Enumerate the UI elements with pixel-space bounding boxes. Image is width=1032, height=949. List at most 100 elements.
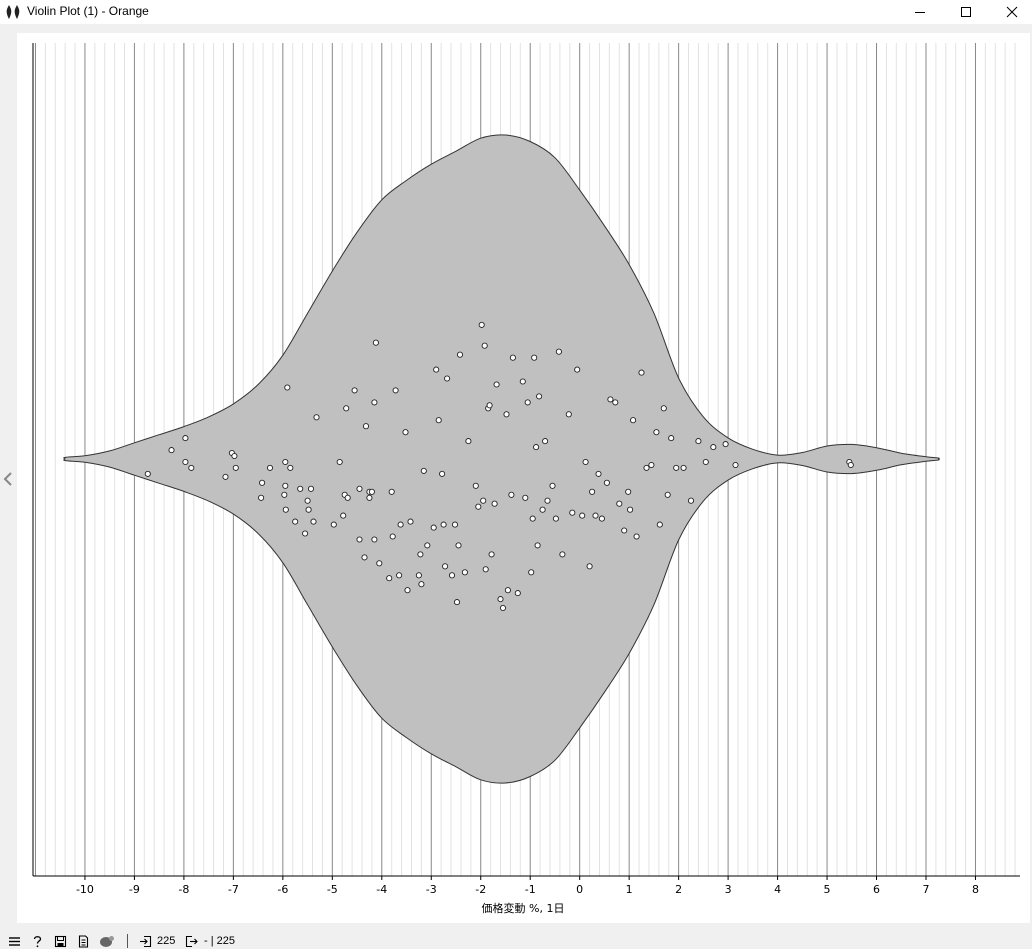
input-count: 225 [157, 935, 176, 947]
data-point [536, 393, 543, 400]
data-point [598, 515, 605, 522]
data-point [559, 551, 566, 558]
data-point [534, 542, 541, 549]
data-point [630, 417, 637, 424]
data-point [424, 542, 431, 549]
data-point [509, 354, 516, 361]
data-point [638, 369, 645, 376]
data-point [673, 464, 680, 471]
data-point [144, 470, 151, 477]
x-tick-label: 6 [873, 883, 880, 896]
data-point [499, 604, 507, 612]
data-point [461, 569, 468, 576]
x-tick-label: 0 [576, 883, 583, 896]
visualize-icon[interactable] [99, 935, 115, 948]
x-tick-label: -9 [129, 883, 140, 896]
data-point [439, 470, 446, 477]
title-bar: Violin Plot (1) - Orange [0, 0, 1032, 24]
data-point [456, 351, 464, 358]
data-point [305, 506, 312, 513]
data-point [361, 554, 368, 561]
data-point [555, 348, 562, 355]
x-tick-label: -5 [327, 883, 338, 896]
menu-icon[interactable] [8, 935, 21, 948]
data-point [344, 494, 351, 501]
data-point [603, 479, 610, 486]
data-point [442, 563, 449, 570]
data-point [448, 572, 456, 579]
data-point [440, 521, 447, 528]
x-tick-label: 2 [675, 883, 682, 896]
data-point [282, 506, 289, 513]
maximize-button[interactable] [943, 0, 989, 24]
data-point [292, 518, 299, 525]
data-point [514, 590, 521, 597]
save-icon[interactable] [54, 935, 67, 948]
data-point [397, 521, 404, 528]
show-controls-chevron-left-icon[interactable] [2, 470, 14, 488]
data-point [552, 515, 559, 522]
data-point [396, 572, 403, 579]
data-point [258, 494, 265, 501]
data-point [480, 497, 487, 504]
data-point [371, 399, 378, 406]
data-point [531, 354, 538, 361]
x-tick-label: 4 [774, 883, 781, 896]
data-point [435, 417, 442, 424]
x-tick-label: 1 [626, 883, 633, 896]
data-point [668, 435, 675, 442]
data-point [415, 572, 422, 579]
data-point [582, 458, 589, 466]
data-point [653, 429, 660, 436]
data-point [589, 488, 596, 495]
data-point [402, 429, 409, 436]
data-point [592, 512, 599, 519]
x-tick-label: -8 [178, 883, 189, 896]
data-point [508, 491, 515, 498]
help-icon[interactable] [31, 935, 44, 948]
data-point [356, 536, 363, 543]
violin-shape [63, 134, 940, 784]
data-point [392, 387, 399, 394]
violin-plot: -10 -9 -8 -7 -6 -5 -4 -3 -2 -1 0 1 2 3 4 5 6 7 8 価格変動 %, 1… [32, 43, 1020, 915]
data-point [455, 542, 462, 549]
data-point [625, 488, 632, 495]
x-tick-label: 7 [923, 883, 930, 896]
data-point [465, 438, 472, 445]
status-bar: 225 - | 225 [0, 932, 1032, 949]
data-point [371, 536, 378, 543]
data-point [528, 569, 535, 576]
data-point [417, 551, 424, 558]
data-point [680, 464, 687, 471]
data-point [621, 527, 628, 534]
x-tick-label: 8 [972, 883, 979, 896]
data-point [497, 596, 504, 603]
close-button[interactable] [989, 0, 1032, 24]
data-point [433, 366, 440, 373]
data-point [579, 512, 586, 519]
window-title: Violin Plot (1) - Orange [27, 4, 149, 18]
data-point [366, 494, 373, 501]
data-point [304, 497, 311, 504]
data-point [607, 396, 614, 403]
data-point [687, 497, 695, 504]
data-point [503, 411, 510, 418]
data-point [472, 482, 479, 489]
data-point [475, 503, 482, 510]
data-point [486, 402, 493, 409]
data-point [284, 384, 291, 391]
data-point [616, 500, 623, 507]
data-point [586, 563, 593, 570]
minimize-button[interactable] [897, 0, 943, 24]
data-point [222, 473, 229, 480]
plot-area: -10 -9 -8 -7 -6 -5 -4 -3 -2 -1 0 1 2 3 4 5 6 7 8 価格変動 %, 1… [17, 33, 1030, 923]
report-icon[interactable] [77, 935, 90, 948]
data-point [710, 444, 717, 451]
data-point [627, 506, 634, 513]
data-point [343, 405, 350, 412]
data-point [168, 447, 175, 454]
minimize-icon [915, 12, 925, 13]
data-point [660, 405, 667, 412]
x-tick-label: -7 [228, 883, 239, 896]
data-point [372, 339, 379, 346]
